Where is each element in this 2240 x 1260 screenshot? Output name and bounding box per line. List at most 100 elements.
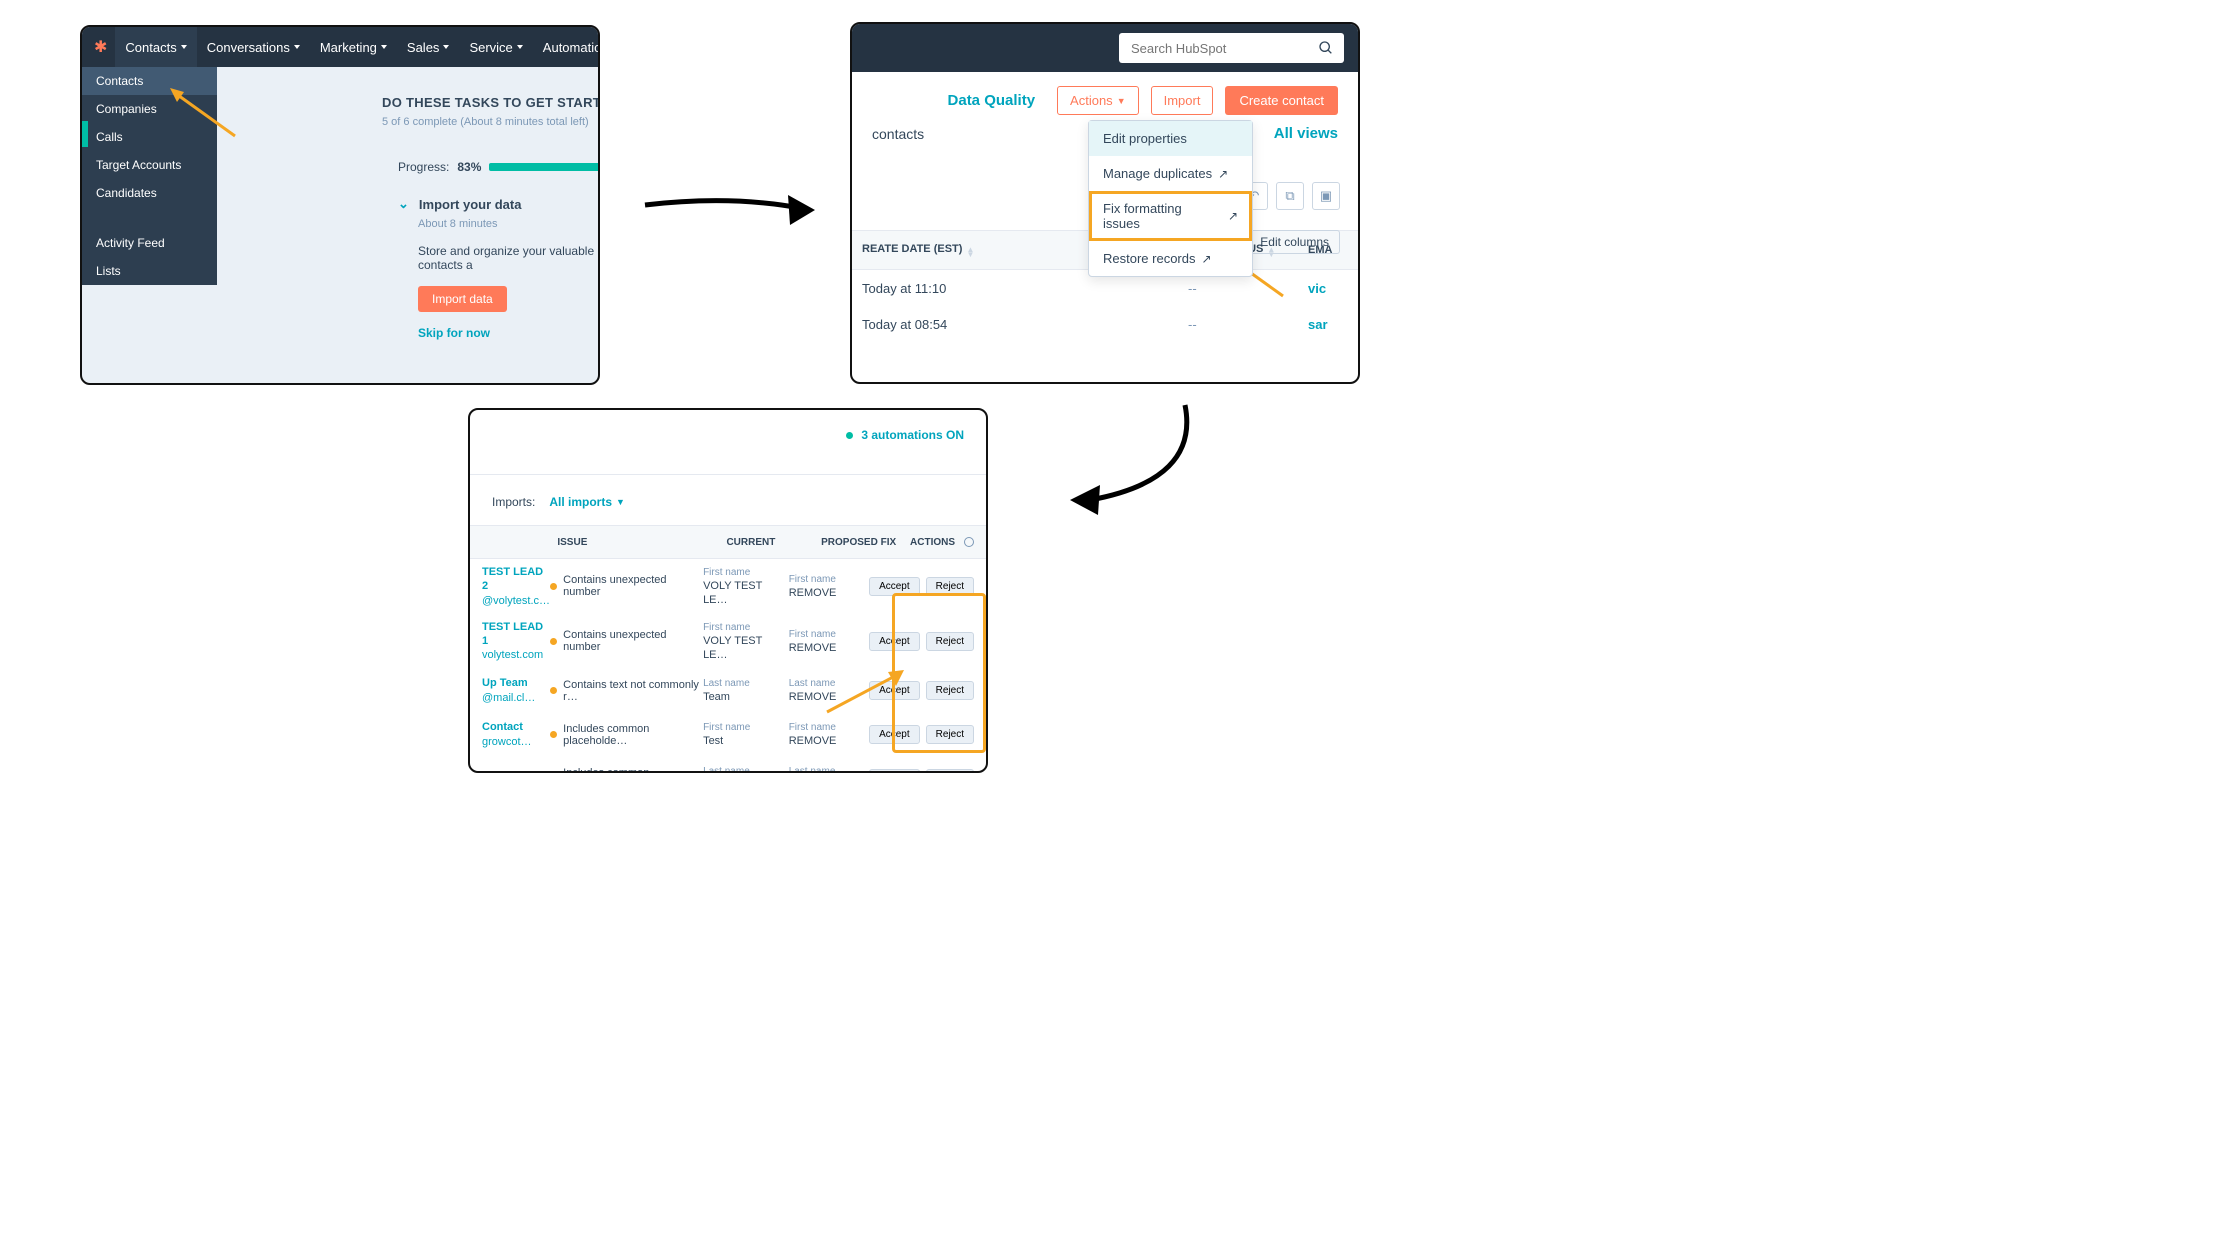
accept-button[interactable]: Accept [869, 577, 920, 596]
nav-contacts[interactable]: Contacts [115, 27, 196, 67]
save-icon[interactable]: ▣ [1312, 182, 1340, 210]
reject-button[interactable]: Reject [926, 725, 974, 744]
submenu-candidates[interactable]: Candidates [82, 179, 217, 207]
active-indicator [82, 121, 88, 147]
task-description: Store and organize your valuable contact… [418, 244, 600, 272]
divider [470, 474, 986, 475]
issues-table-header: ISSUE CURRENT PROPOSED FIX ACTIONS [470, 525, 986, 559]
top-bar [852, 24, 1358, 72]
external-link-icon: ↗ [1218, 167, 1228, 181]
tasks-heading: DO THESE TASKS TO GET STARTED [382, 95, 600, 110]
step-arrow-1 [640, 180, 820, 243]
search-icon [1318, 40, 1334, 56]
nav-marketing[interactable]: Marketing [310, 40, 397, 55]
issue-row: Includes common placeholde…Last nameCont… [470, 757, 986, 773]
issue-text: Contains text not commonly r… [550, 679, 703, 703]
hubspot-logo-icon: ✱ [94, 37, 107, 57]
import-data-button[interactable]: Import data [418, 286, 507, 312]
all-imports-select[interactable]: All imports▼ [549, 495, 625, 509]
skip-link[interactable]: Skip for now [418, 326, 600, 340]
chevron-down-icon [294, 45, 300, 49]
chevron-down-icon [181, 45, 187, 49]
external-link-icon: ↗ [1228, 209, 1238, 223]
chevron-down-icon [381, 45, 387, 49]
task-duration: About 8 minutes [418, 218, 600, 230]
current-value: First nameVOLY TEST LE… [703, 566, 789, 608]
submenu-lists[interactable]: Lists [82, 257, 217, 285]
current-value: First nameVOLY TEST LE… [703, 621, 789, 663]
panel-actions-dropdown: Data Quality Actions▼ Import Create cont… [850, 22, 1360, 384]
chevron-down-icon: ⌄ [398, 196, 409, 212]
external-link-icon: ↗ [1201, 252, 1211, 266]
panel-contacts-menu: ✱ Contacts Conversations Marketing Sales… [80, 25, 600, 385]
reject-button[interactable]: Reject [926, 632, 974, 651]
warning-dot-icon [550, 687, 557, 694]
sort-icon[interactable]: ▲▼ [966, 247, 974, 257]
tasks-subtitle: 5 of 6 complete (About 8 minutes total l… [382, 116, 600, 128]
issue-text: Contains unexpected number [550, 574, 703, 598]
imports-filter: Imports: All imports▼ [470, 495, 986, 525]
submenu-activity-feed[interactable]: Activity Feed [82, 229, 217, 257]
record-link[interactable]: TEST LEAD 1volytest.com [482, 620, 550, 663]
warning-dot-icon [550, 583, 557, 590]
copy-icon[interactable]: ⧉ [1276, 182, 1304, 210]
progress-value: 83% [457, 160, 481, 174]
issue-text: Includes common placeholde… [550, 767, 703, 773]
tab-contacts[interactable]: contacts [872, 126, 924, 142]
task-import-data[interactable]: ⌄ Import your data [398, 196, 600, 212]
getting-started-tasks: DO THESE TASKS TO GET STARTED 5 of 6 com… [382, 95, 600, 340]
accept-button[interactable]: Accept [869, 769, 920, 773]
proposed-fix: First nameREMOVE [789, 628, 869, 655]
actions-dropdown: Edit properties Manage duplicates↗ Fix f… [1088, 120, 1253, 277]
table-row[interactable]: Today at 08:54--sar [852, 306, 1358, 342]
dropdown-edit-properties[interactable]: Edit properties [1089, 121, 1252, 156]
record-link[interactable]: Contactgrowcot… [482, 720, 550, 749]
info-icon[interactable] [964, 537, 974, 547]
proposed-fix: Last nameREMOVE [789, 765, 869, 773]
reject-button[interactable]: Reject [926, 681, 974, 700]
dropdown-fix-formatting[interactable]: Fix formatting issues↗ [1089, 191, 1252, 241]
reject-button[interactable]: Reject [926, 577, 974, 596]
nav-automation[interactable]: Automation [533, 40, 600, 55]
chevron-down-icon [443, 45, 449, 49]
issue-row: TEST LEAD 2@volytest.c…Contains unexpect… [470, 559, 986, 614]
all-views-link[interactable]: All views [1274, 125, 1338, 142]
accept-button[interactable]: Accept [869, 725, 920, 744]
status-dot-icon [846, 432, 853, 439]
dropdown-manage-duplicates[interactable]: Manage duplicates↗ [1089, 156, 1252, 191]
issue-text: Includes common placeholde… [550, 723, 703, 747]
warning-dot-icon [550, 638, 557, 645]
issue-row: TEST LEAD 1volytest.comContains unexpect… [470, 614, 986, 669]
reject-button[interactable]: Reject [926, 769, 974, 773]
current-value: Last nameTeam [703, 677, 789, 704]
record-link[interactable]: Up Team@mail.cl… [482, 676, 550, 705]
warning-dot-icon [550, 731, 557, 738]
current-value: Last nameContact [703, 765, 789, 773]
issue-text: Contains unexpected number [550, 629, 703, 653]
progress-row: Progress: 83% [398, 160, 600, 174]
nav-conversations[interactable]: Conversations [197, 40, 310, 55]
import-button[interactable]: Import [1151, 86, 1214, 115]
header-buttons: Data Quality Actions▼ Import Create cont… [852, 72, 1358, 115]
data-quality-link[interactable]: Data Quality [948, 92, 1036, 109]
proposed-fix: First nameREMOVE [789, 573, 869, 600]
nav-sales[interactable]: Sales [397, 40, 460, 55]
submenu-target-accounts[interactable]: Target Accounts [82, 151, 217, 179]
search-input[interactable] [1129, 40, 1318, 57]
create-contact-button[interactable]: Create contact [1225, 86, 1338, 115]
accept-button[interactable]: Accept [869, 632, 920, 651]
search-box[interactable] [1119, 33, 1344, 63]
nav-service[interactable]: Service [459, 40, 532, 55]
progress-bar [489, 163, 600, 171]
automations-status[interactable]: 3 automations ON [470, 410, 986, 460]
actions-button[interactable]: Actions▼ [1057, 86, 1139, 115]
top-nav: ✱ Contacts Conversations Marketing Sales… [82, 27, 598, 67]
proposed-fix: First nameREMOVE [789, 721, 869, 748]
current-value: First nameTest [703, 721, 789, 748]
step-arrow-2 [1065, 400, 1205, 523]
view-icons: ↶ ⧉ ▣ [1240, 182, 1340, 210]
tasks-card: Progress: 83% ⌄ Import your data About 8… [382, 148, 600, 340]
chevron-down-icon [517, 45, 523, 49]
record-link[interactable]: TEST LEAD 2@volytest.c… [482, 565, 550, 608]
dropdown-restore-records[interactable]: Restore records↗ [1089, 241, 1252, 276]
